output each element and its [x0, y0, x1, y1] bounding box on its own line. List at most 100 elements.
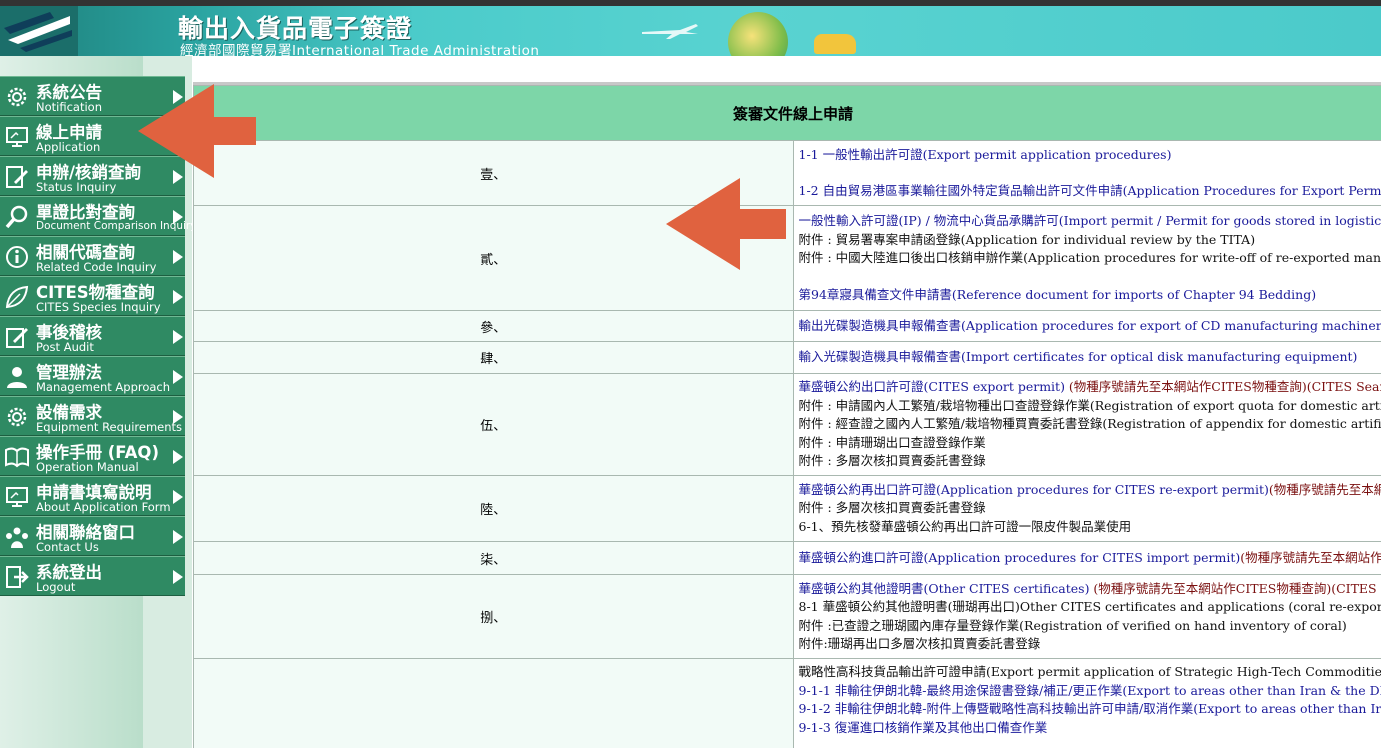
- logo-icon: [4, 12, 72, 52]
- edit-icon: [6, 328, 28, 348]
- monitor-icon: [6, 487, 28, 507]
- cites-reexport-link[interactable]: 華盛頓公約再出口許可證(Application procedures for C…: [799, 482, 1269, 497]
- attachment-link[interactable]: 附件 : 中國大陸進口後出口核銷申辦作業(Application procedu…: [799, 249, 1381, 268]
- search-icon: [5, 205, 28, 229]
- sidebar-item-sublabel: CITES Species Inquiry: [36, 300, 161, 314]
- sidebar-item-operation-manual[interactable]: 操作手冊 (FAQ) Operation Manual: [0, 436, 185, 476]
- cd-machinery-export-link[interactable]: 輸出光碟製造機具申報備查書(Application procedures for…: [799, 317, 1381, 336]
- import-permit-link[interactable]: 一般性輸入許可證(IP) / 物流中心貨品承購許可(Import permit …: [799, 212, 1381, 231]
- bedding-reference-link[interactable]: 第94章寢具備查文件申請書(Reference document for imp…: [799, 286, 1381, 305]
- edit-icon: [6, 166, 28, 188]
- sidebar-item-sublabel: Logout: [36, 580, 76, 594]
- sidebar-item-document-comparison[interactable]: 單證比對查詢 Document Comparison Inquiry: [0, 196, 196, 236]
- attachment-link[interactable]: 附件 : 多層次核扣買賣委託書登錄: [799, 499, 1381, 518]
- info-icon: [6, 246, 28, 268]
- attachment-link[interactable]: 附件 :已查證之珊瑚國內庫存量登錄作業(Registration of veri…: [799, 617, 1381, 636]
- row-number: 柒、: [193, 541, 794, 575]
- table-row: 戰略性高科技貨品輸出許可證申請(Export permit applicatio…: [193, 658, 1381, 748]
- row-number: [193, 658, 794, 748]
- sidebar-item-management-approach[interactable]: 管理辦法 Management Approach: [0, 356, 185, 396]
- attachment-link[interactable]: 附件 : 申請國內人工繁殖/栽培物種出口查證登錄作業(Registration …: [799, 397, 1381, 416]
- sidebar-item-sublabel: Notification: [36, 100, 102, 114]
- triangle-right-icon: [173, 330, 183, 344]
- row-number: 捌、: [193, 574, 794, 659]
- sidebar-item-cites-species[interactable]: CITES物種查詢 CITES Species Inquiry: [0, 276, 185, 316]
- sidebar-item-sublabel: Post Audit: [36, 340, 94, 354]
- triangle-right-icon: [173, 250, 183, 264]
- attachment-link[interactable]: 附件:珊瑚再出口多層次核扣買賣委託書登錄: [799, 635, 1381, 654]
- sidebar-item-application-form-guide[interactable]: 申請書填寫說明 About Application Form: [0, 476, 185, 516]
- attachment-link[interactable]: 附件 : 貿易署專案申請函登錄(Application for individu…: [799, 231, 1381, 250]
- site-subtitle: 經濟部國際貿易署International Trade Administrati…: [180, 43, 540, 56]
- sidebar-item-sublabel: Management Approach: [36, 380, 171, 394]
- row-content: 華盛頓公約其他證明書(Other CITES certificates) (物種…: [792, 574, 1381, 659]
- sidebar-item-equipment[interactable]: 設備需求 Equipment Requirements: [0, 396, 185, 436]
- cites-export-line: 華盛頓公約出口許可證(CITES export permit) (物種序號請先至…: [799, 378, 1381, 397]
- car-illustration: [814, 34, 856, 54]
- triangle-right-icon: [173, 570, 183, 584]
- attachment-link[interactable]: 附件 : 申請珊瑚出口查證登錄作業: [799, 434, 1381, 453]
- cites-search-link[interactable]: (物種序號請先至本網站作CITES物種查詢)(CITES Search): [1089, 581, 1381, 596]
- row-content: 輸入光碟製造機具申報備查書(Import certificates for op…: [792, 341, 1381, 374]
- export-permit-link[interactable]: 1-1 一般性輸出許可證(Export permit application p…: [799, 146, 1381, 165]
- cites-export-link[interactable]: 華盛頓公約出口許可證(CITES export permit): [799, 379, 1065, 394]
- cites-other-line: 華盛頓公約其他證明書(Other CITES certificates) (物種…: [799, 580, 1381, 599]
- sidebar-item-related-code[interactable]: 相關代碼查詢 Related Code Inquiry: [0, 236, 185, 276]
- row-content: 華盛頓公約再出口許可證(Application procedures for C…: [792, 475, 1381, 542]
- table-row: 肆、 輸入光碟製造機具申報備查書(Import certificates for…: [193, 341, 1381, 374]
- annotation-arrow-icon: [666, 178, 786, 270]
- sidebar-item-sublabel: Contact Us: [36, 540, 99, 554]
- row-content: 華盛頓公約出口許可證(CITES export permit) (物種序號請先至…: [792, 373, 1381, 476]
- page-title: 簽審文件線上申請: [193, 85, 1381, 141]
- cites-reexport-line: 華盛頓公約再出口許可證(Application procedures for C…: [799, 481, 1381, 500]
- reimport-writeoff-link[interactable]: 9-1-3 復運進口核銷作業及其他出口備查作業: [799, 719, 1381, 738]
- people-icon: [6, 527, 28, 548]
- attachment-link[interactable]: 附件 : 經查證之國內人工繁殖/栽培物種買賣委託書登錄(Registration…: [799, 415, 1381, 434]
- cites-other-link[interactable]: 華盛頓公約其他證明書(Other CITES certificates): [799, 581, 1090, 596]
- sidebar-item-sublabel: Status Inquiry: [36, 180, 117, 194]
- strategic-permit-upload-link[interactable]: 9-1-2 非輸往伊朗北韓-附件上傳暨戰略性高科技輸出許可申請/取消作業(Exp…: [799, 700, 1381, 719]
- sidebar-item-sublabel: Equipment Requirements: [36, 420, 183, 434]
- row-number: 伍、: [193, 373, 794, 476]
- sidebar-item-sublabel: About Application Form: [36, 500, 171, 514]
- triangle-right-icon: [173, 370, 183, 384]
- sidebar-item-sublabel: Application: [36, 140, 101, 154]
- agency-logo[interactable]: [0, 6, 78, 56]
- sidebar-item-logout[interactable]: 系統登出 Logout: [0, 556, 185, 596]
- row-content: 華盛頓公約進口許可證(Application procedures for CI…: [792, 541, 1381, 575]
- triangle-right-icon: [173, 210, 183, 224]
- row-content: 戰略性高科技貨品輸出許可證申請(Export permit applicatio…: [792, 658, 1381, 748]
- row-content: 輸出光碟製造機具申報備查書(Application procedures for…: [792, 310, 1381, 342]
- triangle-right-icon: [173, 530, 183, 544]
- cites-search-link[interactable]: (物種序號請先至本網站作CITES物種查詢)(CITES Search): [1269, 482, 1381, 497]
- triangle-right-icon: [173, 450, 183, 464]
- sidebar-item-sublabel: Related Code Inquiry: [36, 260, 157, 274]
- triangle-right-icon: [173, 290, 183, 304]
- annotation-arrow-icon: [138, 84, 256, 178]
- table-row: 陸、 華盛頓公約再出口許可證(Application procedures fo…: [193, 475, 1381, 542]
- cites-import-link[interactable]: 華盛頓公約進口許可證(Application procedures for CI…: [799, 550, 1241, 565]
- table-header-row: 簽審文件線上申請: [193, 85, 1381, 141]
- cites-search-link[interactable]: (物種序號請先至本網站作CITES物種查詢)(CITES Search): [1240, 550, 1381, 565]
- row-content: 1-1 一般性輸出許可證(Export permit application p…: [792, 140, 1381, 206]
- row-number: 參、: [193, 310, 794, 342]
- leather-goods-link[interactable]: 6-1、預先核發華盛頓公約再出口許可證一限皮件製品業使用: [799, 518, 1381, 537]
- site-header: 輸出入貨品電子簽證 經濟部國際貿易署International Trade Ad…: [0, 6, 1381, 56]
- sidebar-item-contact-us[interactable]: 相關聯絡窗口 Contact Us: [0, 516, 185, 556]
- attachment-link[interactable]: 附件 : 多層次核扣買賣委託書登錄: [799, 452, 1381, 471]
- optical-disk-import-link[interactable]: 輸入光碟製造機具申報備查書(Import certificates for op…: [799, 348, 1381, 367]
- table-row: 伍、 華盛頓公約出口許可證(CITES export permit) (物種序號…: [193, 373, 1381, 476]
- cites-search-link[interactable]: (物種序號請先至本網站作CITES物種查詢)(CITES Search): [1065, 379, 1381, 394]
- sidebar-item-post-audit[interactable]: 事後稽核 Post Audit: [0, 316, 185, 356]
- table-row: 捌、 華盛頓公約其他證明書(Other CITES certificates) …: [193, 574, 1381, 659]
- coral-reexport-link[interactable]: 8-1 華盛頓公約其他證明書(珊瑚再出口)Other CITES certifi…: [799, 598, 1381, 617]
- leaf-icon: [5, 285, 29, 309]
- end-use-assurance-link[interactable]: 9-1-1 非輸往伊朗北韓-最終用途保證書登錄/補正/更正作業(Export t…: [799, 682, 1381, 701]
- monitor-icon: [6, 127, 28, 147]
- ftz-export-permit-link[interactable]: 1-2 自由貿易港區事業輸往國外特定貨品輸出許可文件申請(Application…: [799, 182, 1381, 201]
- row-number: 肆、: [193, 341, 794, 374]
- row-number: 陸、: [193, 475, 794, 542]
- cites-import-line: 華盛頓公約進口許可證(Application procedures for CI…: [799, 549, 1381, 568]
- user-icon: [7, 367, 27, 388]
